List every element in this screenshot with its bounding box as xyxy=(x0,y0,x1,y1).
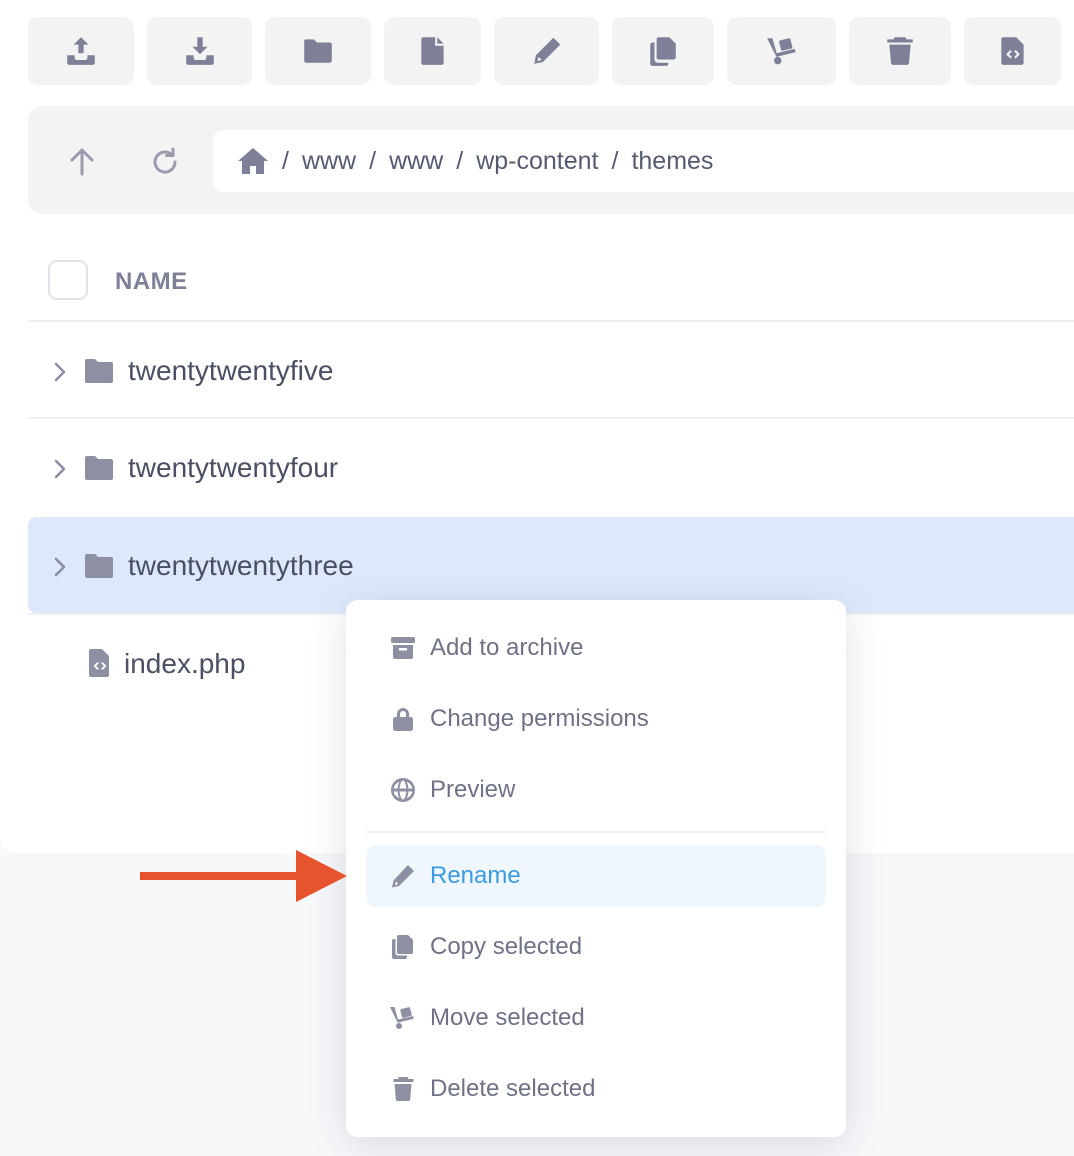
breadcrumb-item-www-2[interactable]: www xyxy=(389,147,443,176)
pencil-icon xyxy=(533,37,560,64)
row-name: twentytwentyfive xyxy=(128,355,334,386)
upload-button[interactable] xyxy=(28,17,134,85)
breadcrumb: / www / www / wp-content / themes xyxy=(213,130,1074,192)
menu-item-add-to-archive[interactable]: Add to archive xyxy=(366,617,826,679)
dolly-icon xyxy=(766,38,796,65)
new-folder-button[interactable] xyxy=(265,17,371,85)
menu-item-label: Move selected xyxy=(430,1004,585,1031)
table-row-selected[interactable]: twentytwentythree xyxy=(28,517,1074,613)
breadcrumb-separator: / xyxy=(611,146,619,175)
folder-icon xyxy=(304,39,332,63)
trash-icon xyxy=(887,37,913,65)
refresh-button[interactable] xyxy=(147,144,183,180)
select-all-checkbox[interactable] xyxy=(48,260,88,300)
breadcrumb-item-wp-content[interactable]: wp-content xyxy=(476,147,598,176)
breadcrumb-item-www[interactable]: www xyxy=(302,147,356,176)
chevron-right-icon[interactable] xyxy=(50,361,70,383)
breadcrumb-separator: / xyxy=(369,146,377,175)
copy-icon xyxy=(650,37,676,66)
table-row[interactable]: twentytwentyfour xyxy=(28,419,1074,515)
move-button[interactable] xyxy=(727,17,836,85)
globe-icon xyxy=(388,775,418,805)
trash-icon xyxy=(388,1074,418,1104)
go-up-button[interactable] xyxy=(64,144,100,180)
breadcrumb-separator: / xyxy=(456,146,464,175)
copy-icon xyxy=(388,932,418,962)
menu-item-label: Add to archive xyxy=(430,634,584,661)
download-icon xyxy=(185,37,214,65)
download-button[interactable] xyxy=(147,17,252,85)
menu-item-label: Copy selected xyxy=(430,933,583,960)
delete-button[interactable] xyxy=(849,17,951,85)
code-file-icon xyxy=(88,648,112,678)
menu-item-delete-selected[interactable]: Delete selected xyxy=(366,1058,826,1120)
folder-icon xyxy=(84,553,114,579)
row-name: twentytwentyfour xyxy=(128,452,339,483)
new-file-button[interactable] xyxy=(384,17,481,85)
lock-icon xyxy=(388,704,418,734)
file-icon xyxy=(420,37,444,65)
menu-item-label: Rename xyxy=(430,862,521,889)
context-menu: Add to archive Change permissions Previe… xyxy=(346,600,846,1137)
menu-item-copy-selected[interactable]: Copy selected xyxy=(366,916,826,978)
pencil-icon xyxy=(388,861,418,891)
annotation-arrow xyxy=(140,850,347,902)
breadcrumb-item-themes[interactable]: themes xyxy=(631,147,713,176)
menu-item-change-permissions[interactable]: Change permissions xyxy=(366,688,826,750)
folder-icon xyxy=(84,358,114,384)
row-name: twentytwentythree xyxy=(128,550,354,581)
menu-item-label: Change permissions xyxy=(430,705,649,732)
menu-item-rename[interactable]: Rename xyxy=(366,845,826,907)
row-name: index.php xyxy=(124,648,246,679)
code-file-icon xyxy=(1000,37,1024,65)
chevron-right-icon[interactable] xyxy=(50,458,70,480)
menu-divider xyxy=(366,831,826,833)
upload-icon xyxy=(67,37,95,65)
table-row[interactable]: twentytwentyfive xyxy=(28,322,1074,418)
folder-icon xyxy=(84,455,114,481)
rename-button[interactable] xyxy=(494,17,599,85)
archive-icon xyxy=(388,633,418,663)
dolly-icon xyxy=(388,1003,418,1033)
home-icon[interactable] xyxy=(237,146,269,176)
arrow-up-icon xyxy=(70,148,94,176)
menu-item-label: Delete selected xyxy=(430,1075,596,1102)
menu-item-move-selected[interactable]: Move selected xyxy=(366,987,826,1049)
menu-item-label: Preview xyxy=(430,776,516,803)
chevron-right-icon[interactable] xyxy=(50,556,70,578)
copy-button[interactable] xyxy=(612,17,714,85)
code-file-button[interactable] xyxy=(964,17,1061,85)
breadcrumb-separator: / xyxy=(282,146,289,175)
column-header-name[interactable]: NAME xyxy=(115,268,188,296)
menu-item-preview[interactable]: Preview xyxy=(366,759,826,821)
refresh-icon xyxy=(153,147,177,174)
